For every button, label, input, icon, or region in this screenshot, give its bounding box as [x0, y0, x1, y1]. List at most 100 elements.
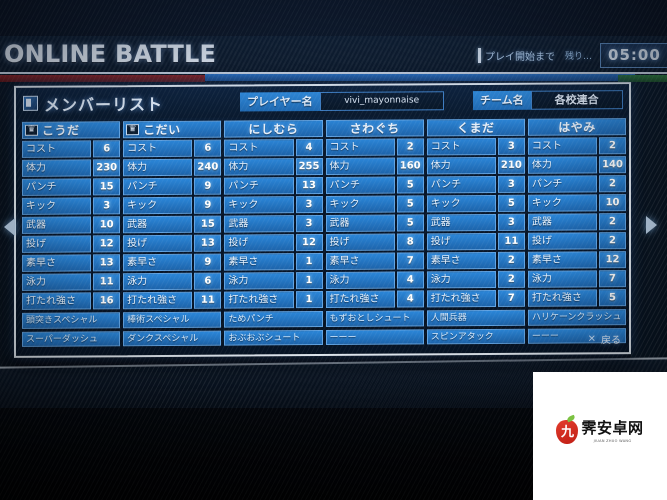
stat-label: 素早さ [123, 253, 193, 272]
member-column[interactable]: くまだ コスト 3 体力 210 パンチ 3 キック 5 武器 3 投げ 11 素早さ 2 泳力 2 打たれ強さ 7… [426, 118, 525, 345]
skill-row: 人間兵器 [426, 309, 525, 326]
stat-label: 泳力 [224, 272, 294, 290]
member-header[interactable]: くまだ [426, 118, 525, 137]
stat-row: キック 3 [22, 197, 121, 215]
stat-label: キック [426, 194, 496, 213]
stat-row: 体力 160 [325, 157, 424, 175]
apple-logo-icon: 九 [556, 420, 579, 444]
stat-value: 230 [93, 159, 121, 177]
stat-row: 武器 3 [224, 214, 323, 233]
timer-label: プレイ開始まで [485, 51, 555, 63]
team-name-label: チーム名 [473, 90, 531, 111]
stat-label: 体力 [325, 157, 395, 175]
stat-label: 投げ [325, 233, 395, 251]
stat-row: コスト 6 [22, 140, 121, 158]
stat-value: 2 [396, 138, 424, 156]
stat-row: パンチ 13 [224, 176, 323, 195]
stat-value: 9 [194, 196, 222, 214]
stat-row: 武器 2 [527, 213, 627, 231]
member-column[interactable]: さわぐち コスト 2 体力 160 パンチ 5 キック 5 武器 5 投げ 8 素早さ 7 泳力 4 打たれ強さ 4… [325, 119, 424, 345]
player-name-value[interactable]: vivi_mayonnaise [319, 91, 444, 112]
member-header[interactable]: こうだ [22, 121, 121, 139]
watermark-text: 霁安卓网 [581, 419, 644, 438]
stat-value: 6 [194, 272, 222, 290]
member-header[interactable]: こだい [123, 120, 222, 139]
stat-row: キック 3 [224, 195, 323, 214]
stat-label: コスト [325, 138, 395, 156]
member-name: くまだ [457, 120, 495, 136]
watermark: 九 霁安卓网 JIUAN ZHUO WANG [533, 372, 667, 500]
member-column[interactable]: はやみ コスト 2 体力 140 パンチ 2 キック 10 武器 2 投げ 2 素早さ 12 泳力 7 打たれ強さ… [527, 118, 627, 344]
watermark-glyph: 九 [560, 424, 574, 440]
stat-label: 投げ [22, 235, 92, 253]
stat-value: 140 [599, 156, 627, 174]
stat-label: コスト [123, 139, 193, 158]
stat-value: 1 [295, 290, 323, 309]
stat-value: 7 [599, 270, 627, 288]
stat-row: コスト 4 [224, 138, 323, 157]
stat-value: 4 [396, 290, 424, 308]
stat-row: 体力 230 [22, 159, 121, 177]
timer-tick-icon [478, 47, 481, 63]
stat-label: 素早さ [527, 251, 598, 269]
stat-value: 12 [599, 251, 627, 269]
back-button[interactable]: × 戻る [588, 331, 621, 346]
stat-value: 2 [497, 251, 525, 269]
stat-row: 武器 5 [325, 214, 424, 232]
skill-row: 頭突きスペシャル [22, 312, 121, 329]
bg-strip-red [0, 75, 205, 82]
member-name: はやみ [558, 120, 596, 135]
stat-row: 投げ 11 [426, 232, 525, 251]
member-header[interactable]: はやみ [527, 118, 627, 136]
stat-label: コスト [426, 137, 496, 156]
stat-label: コスト [224, 139, 294, 157]
stat-value: 10 [93, 216, 121, 234]
member-column[interactable]: こうだコスト6体力230パンチ15キック3武器10投げ12素早さ13泳力11打た… [22, 121, 121, 347]
stat-value: 11 [93, 273, 121, 291]
watermark-subtext: JIUAN ZHUO WANG [593, 438, 632, 443]
stat-label: 素早さ [224, 253, 294, 271]
chevron-left-icon[interactable] [4, 218, 15, 236]
stat-value: 12 [93, 235, 121, 253]
stat-value: 210 [497, 156, 525, 174]
stat-row: コスト 3 [426, 137, 525, 156]
stat-value: 4 [396, 271, 424, 289]
skill-row: ーーー [325, 328, 424, 345]
skill-row: ダンクスペシャル [123, 330, 222, 347]
member-column[interactable]: こだいコスト6体力240パンチ9キック9武器15投げ13素早さ9泳力6打たれ強さ… [123, 120, 222, 347]
member-name: さわぐち [349, 121, 400, 136]
crown-icon [25, 124, 38, 136]
stat-row: パンチ 15 [22, 178, 121, 196]
match-timer: プレイ開始まで 残り… 05:00 [478, 40, 667, 70]
stat-row: 泳力 1 [224, 271, 323, 290]
stat-label: 投げ [426, 232, 496, 251]
stat-value: 2 [599, 137, 627, 155]
stat-label: 泳力 [123, 272, 193, 291]
stat-row: コスト 2 [325, 138, 424, 156]
stat-row: 素早さ 13 [22, 254, 121, 272]
member-name: にしむら [248, 122, 299, 137]
crown-icon [126, 124, 140, 136]
member-header[interactable]: さわぐち [325, 119, 424, 137]
stat-value: 3 [497, 175, 525, 193]
stat-value: 7 [396, 252, 424, 270]
stat-value: 240 [194, 158, 222, 176]
stat-row: パンチ 3 [426, 175, 525, 194]
page-title: ONLINE BATTLE [4, 40, 217, 68]
member-header[interactable]: にしむら [224, 119, 323, 138]
member-column[interactable]: にしむら コスト 4 体力 255 パンチ 13 キック 3 武器 3 投げ 12 素早さ 1 泳力 1 打たれ強… [224, 119, 323, 346]
stat-label: 武器 [22, 216, 92, 234]
stat-row: 体力 240 [123, 158, 222, 177]
stat-value: 160 [396, 157, 424, 175]
stat-value: 1 [295, 252, 323, 271]
stat-row: 泳力 6 [123, 272, 222, 291]
chevron-right-icon[interactable] [646, 216, 657, 234]
stat-row: コスト 2 [527, 137, 627, 155]
stat-value: 255 [295, 157, 323, 176]
stat-label: 投げ [123, 234, 193, 253]
stat-value: 12 [295, 233, 323, 252]
team-name-value[interactable]: 各校連合 [530, 90, 623, 110]
stat-value: 13 [93, 254, 121, 272]
stat-row: 打たれ強さ 4 [325, 290, 424, 308]
stat-label: パンチ [325, 176, 395, 194]
